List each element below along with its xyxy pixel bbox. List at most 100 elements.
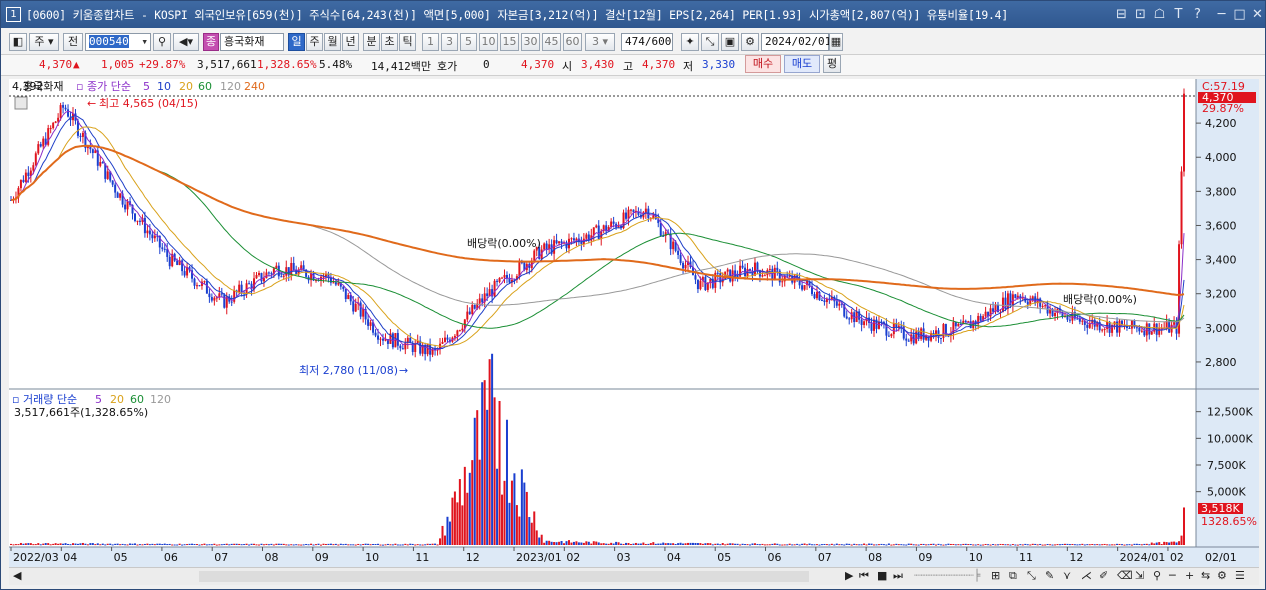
volume-bar	[220, 544, 223, 546]
panel-toggle-icon[interactable]: ◧	[9, 33, 27, 51]
interval-select[interactable]: 3 ▾	[585, 33, 615, 51]
tile-icon[interactable]: ⊡	[1132, 6, 1149, 23]
tab-day[interactable]: 일	[288, 33, 305, 51]
line-tool-icon[interactable]: ⤡	[1027, 569, 1036, 583]
tab-week[interactable]: 주	[306, 33, 323, 51]
volume-bar	[1118, 543, 1121, 545]
draw-tool-icon[interactable]: ✎	[1045, 569, 1054, 582]
volume-bar	[1163, 541, 1166, 545]
x-right-label: 02/01	[1205, 551, 1237, 564]
scroll-left-icon[interactable]: ◀	[13, 569, 21, 582]
zoom-slider[interactable]: ┈┈┈┈┈┈┈┈┈╞	[914, 569, 980, 582]
volume-bar	[701, 543, 704, 545]
fib-tool-icon[interactable]: ⋌	[1081, 569, 1092, 582]
font-icon[interactable]: T	[1170, 6, 1187, 23]
jeon-button[interactable]: 전	[63, 33, 83, 51]
date-input[interactable]: 2024/02/01	[761, 33, 831, 51]
candle-body	[736, 276, 739, 278]
zoom-icon[interactable]: ⚲	[1153, 569, 1161, 582]
volume-bar	[739, 544, 742, 546]
tab-second[interactable]: 초	[381, 33, 398, 51]
crosshair-icon[interactable]: ⤡	[701, 33, 719, 51]
fit-icon[interactable]: ⇆	[1201, 569, 1210, 582]
tab-minute[interactable]: 분	[363, 33, 380, 51]
gear-icon[interactable]: ⚙	[741, 33, 759, 51]
tab-month[interactable]: 월	[324, 33, 341, 51]
interval-5[interactable]: 5	[460, 33, 477, 51]
sell-button[interactable]: 매도	[784, 55, 820, 73]
buy-button[interactable]: 매수	[745, 55, 781, 73]
chart-tool-icon[interactable]: ⋎	[1063, 569, 1071, 582]
rewind-icon[interactable]: ⏮	[859, 569, 869, 583]
candle-body	[101, 162, 104, 164]
count-field[interactable]: 474/600	[621, 33, 673, 51]
export-icon[interactable]: ⇲	[1135, 569, 1144, 582]
candle-body	[79, 135, 82, 137]
volume-bar	[726, 543, 729, 545]
tab-year[interactable]: 년	[342, 33, 359, 51]
stock-code-input[interactable]: 000540 ▾	[85, 33, 151, 51]
volume-bar	[1165, 542, 1168, 545]
candle-body	[379, 338, 382, 340]
candle-body	[59, 105, 62, 118]
help-icon[interactable]: ?	[1189, 6, 1206, 23]
interval-1[interactable]: 1	[422, 33, 439, 51]
scroll-thumb[interactable]	[199, 571, 809, 582]
horizontal-scrollbar[interactable]: ◀ ▶ ⏮ ■ ⏭ ┈┈┈┈┈┈┈┈┈╞ ⊞ ⧉ ⤡ ✎ ⋎ ⋌ ✐ ⌫ ⇲ ⚲…	[9, 567, 1259, 585]
erase-icon[interactable]: ⌫	[1117, 569, 1133, 582]
calendar-icon[interactable]	[14, 96, 28, 110]
mode-select[interactable]: 주 ▾	[29, 33, 59, 51]
volume-bar	[136, 544, 139, 546]
layout-icon[interactable]: ⊟	[1113, 6, 1130, 23]
pen-icon[interactable]: ✐	[1099, 569, 1108, 582]
search-icon[interactable]: ⚲	[153, 33, 171, 51]
stock-name-field[interactable]: 흥국화재	[220, 33, 284, 51]
candle-body	[493, 280, 496, 297]
close-button[interactable]: ✕	[1249, 6, 1266, 23]
volume-bar	[416, 544, 419, 546]
minimize-button[interactable]: ─	[1213, 6, 1230, 23]
interval-3[interactable]: 3	[441, 33, 458, 51]
legend-ma-label: 종가 단순	[87, 80, 131, 93]
volume-bar	[290, 544, 293, 546]
volume-bar	[329, 543, 332, 545]
zoom-in-icon[interactable]: +	[1185, 569, 1194, 582]
eval-button[interactable]: 평	[823, 55, 841, 73]
speaker-icon[interactable]: ◀▾	[173, 33, 199, 51]
volume-bar	[580, 542, 583, 545]
interval-60[interactable]: 60	[563, 33, 582, 51]
candle-body	[907, 340, 910, 342]
copy-icon[interactable]: ⧉	[1009, 569, 1017, 583]
stock-chart[interactable]: 4,392 흥국화재 ▫ 종가 단순 5 10 20 60 120 240 ← …	[9, 79, 1259, 567]
grid-icon[interactable]: ⊞	[991, 569, 1000, 582]
volume-bar	[1091, 543, 1094, 545]
stop-icon[interactable]: ■	[877, 569, 887, 582]
candle-body	[508, 278, 511, 283]
list-icon[interactable]: ☰	[1235, 569, 1245, 582]
play-icon[interactable]: ▶	[845, 569, 853, 582]
volume-bar	[994, 544, 997, 546]
candle-body	[801, 285, 804, 290]
save-icon[interactable]: ▣	[721, 33, 739, 51]
zoom-out-icon[interactable]: ─	[1169, 569, 1176, 582]
candle-body	[905, 338, 908, 341]
interval-30[interactable]: 30	[521, 33, 540, 51]
calendar-icon[interactable]: ▦	[829, 33, 843, 51]
interval-15[interactable]: 15	[500, 33, 519, 51]
tab-tick[interactable]: 틱	[399, 33, 416, 51]
volume-bar	[307, 544, 310, 546]
maximize-button[interactable]: □	[1231, 6, 1248, 23]
interval-45[interactable]: 45	[542, 33, 561, 51]
turnover-rate: 5.48%	[319, 58, 353, 71]
volume-bar	[1140, 544, 1143, 546]
chart-area[interactable]: 4,392 흥국화재 ▫ 종가 단순 5 10 20 60 120 240 ← …	[9, 79, 1259, 567]
volume-bar	[250, 543, 253, 545]
volume-bar	[808, 543, 811, 545]
pin-icon[interactable]: ☖	[1151, 6, 1168, 23]
forward-icon[interactable]: ⏭	[893, 569, 903, 583]
settings-icon[interactable]: ⚙	[1217, 569, 1227, 582]
interval-10[interactable]: 10	[479, 33, 498, 51]
volume-bar	[191, 543, 194, 545]
tool-icon[interactable]: ✦	[681, 33, 699, 51]
volume-bar	[453, 491, 456, 545]
